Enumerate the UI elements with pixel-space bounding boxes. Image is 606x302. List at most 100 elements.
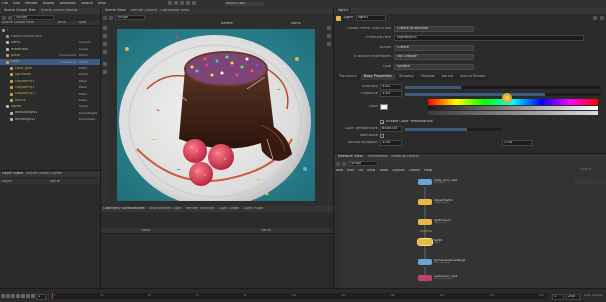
param-value[interactable]: /lights/$OS [394,35,584,42]
select-tool-icon[interactable] [103,26,107,30]
spec-field[interactable]: 1.00 [502,140,532,146]
step-forward-icon[interactable] [26,294,30,298]
forward-icon[interactable] [8,15,12,20]
current-frame[interactable]: 1 [36,294,46,300]
step-back-icon[interactable] [6,294,10,298]
color-cursor[interactable] [502,93,512,103]
node-body[interactable] [418,199,432,205]
tab-render-settings[interactable]: Render Settings [186,207,215,211]
tab-scene-graph-tree[interactable]: Scene Graph Tree [2,8,38,14]
back-icon[interactable] [2,15,6,20]
forward-icon[interactable] [342,161,346,166]
enable-temp-checkbox[interactable]: ✓ [380,120,384,125]
move-tool-icon[interactable] [103,34,107,38]
menu-item-assets[interactable]: Assets [43,2,55,6]
network-menu-add[interactable]: Add [336,169,343,173]
menu-item-file[interactable]: File [2,2,8,6]
menu-item-windows[interactable]: Windows [59,2,75,6]
menu-item-solaris[interactable]: Solaris [81,2,93,6]
value-bar[interactable] [428,106,598,110]
network-node[interactable]: light1 light [417,238,443,246]
menu-item-edit[interactable]: Edit [13,2,20,6]
grid-icon[interactable] [327,42,331,46]
node-name-field[interactable]: light1 [355,15,386,21]
redo-icon[interactable] [192,1,196,5]
subtab-shaping[interactable]: Shaping [395,74,417,80]
menu-item-help[interactable]: Help [98,2,106,6]
network-menu-edit[interactable]: Edit [347,169,354,173]
frame-marker[interactable] [52,293,53,299]
camera-tool-icon[interactable] [103,70,107,74]
col-value[interactable]: Value [50,180,90,184]
renderer-label[interactable]: Karma [221,22,233,26]
col-label[interactable]: Label [101,229,201,233]
play-end-icon[interactable] [31,294,35,298]
color-picker[interactable] [428,93,598,115]
tab-network-view[interactable]: Network View [336,154,365,160]
file-tab[interactable]: main1.usd [224,2,264,6]
viewport-path[interactable]: /stage [115,14,145,21]
undo-icon[interactable] [186,1,190,5]
tab-environment-light[interactable]: Environment Light [149,207,182,211]
node-body[interactable] [418,179,432,185]
temp-field[interactable]: 6500.00 [380,126,402,132]
auto-update[interactable]: Auto Update [584,294,606,297]
param-value[interactable]: Sphere [394,63,474,70]
end-frame[interactable]: 240 [566,294,580,300]
play-start-icon[interactable] [1,294,5,298]
subtab-shadow[interactable]: Shadow [417,74,438,80]
saturation-bar[interactable] [428,111,598,115]
menu-item-render[interactable]: Render [25,2,38,6]
network-node[interactable]: plate_and_cake sublayer [418,179,457,185]
exposure-field[interactable]: 1.45 [380,91,402,97]
network-path[interactable]: /stage [348,160,378,167]
network-menu-help[interactable]: Help [424,169,432,173]
new-icon[interactable] [168,1,172,5]
back-icon[interactable] [336,161,340,166]
param-value[interactable]: Create [394,44,474,51]
network-menu-view[interactable]: View [367,169,376,173]
help-icon[interactable] [600,16,604,20]
tab-light-linker[interactable]: Light Linker [218,207,239,211]
camera-label[interactable]: cam1 [291,22,301,26]
tab-scene-view[interactable]: Scene View [103,8,128,14]
back-icon[interactable] [103,15,107,20]
subtab-karma-render[interactable]: Karma Render [457,74,489,80]
param-value[interactable]: Create primitives [394,25,474,32]
tree-row[interactable]: domelight1 DomeLight [0,116,100,122]
display-options-icon[interactable] [327,26,331,30]
network-menu-tools[interactable]: Tools [379,169,388,173]
rotate-tool-icon[interactable] [103,42,107,46]
tab-render-gallery[interactable]: Render Gallery [131,9,158,13]
tab-material-palette[interactable]: Material Palette [391,155,419,159]
tab-geometry-spreadsheet[interactable]: Geometry Spreadsheet [103,207,145,211]
tab-light1[interactable]: light1 [336,8,351,14]
network-node[interactable]: usdrender_rop1 usdrender_rop [418,275,458,281]
intensity-field[interactable]: 3.42 [380,84,402,90]
tab-parameters[interactable]: Parameters [368,155,389,159]
light-tool-icon[interactable] [103,62,107,66]
subtab-base-properties[interactable]: Base Properties [360,74,395,80]
hue-bar[interactable] [428,99,598,105]
stop-icon[interactable] [16,294,20,298]
forward-icon[interactable] [109,15,113,20]
node-body[interactable] [417,238,433,246]
col-type[interactable]: Type [78,21,98,25]
subtab-karma[interactable]: Karma [438,74,457,80]
timeline-track[interactable]: 1 24 48 72 96 120 144 168 192 216 240 [52,293,548,299]
col-value[interactable]: Value [201,229,301,233]
open-icon[interactable] [174,1,178,5]
network-menu-layout[interactable]: Layout [392,169,404,173]
col-kind[interactable]: Kind [58,21,78,25]
save-icon[interactable] [180,1,184,5]
gear-icon[interactable] [593,16,597,20]
play-reverse-icon[interactable] [11,294,15,298]
network-node[interactable]: distantlight1 distantlight [418,199,453,205]
tab-scene-graph-layers[interactable]: Scene Graph Layers [26,172,62,176]
tab-composite-view[interactable]: Composite View [160,9,189,13]
network-menu-labels[interactable]: Labels [409,169,421,173]
node-body[interactable] [418,219,432,225]
tab-light-mixer[interactable]: Light Mixer [243,207,263,211]
network-menu-go[interactable]: Go [358,169,363,173]
scale-tool-icon[interactable] [103,50,107,54]
